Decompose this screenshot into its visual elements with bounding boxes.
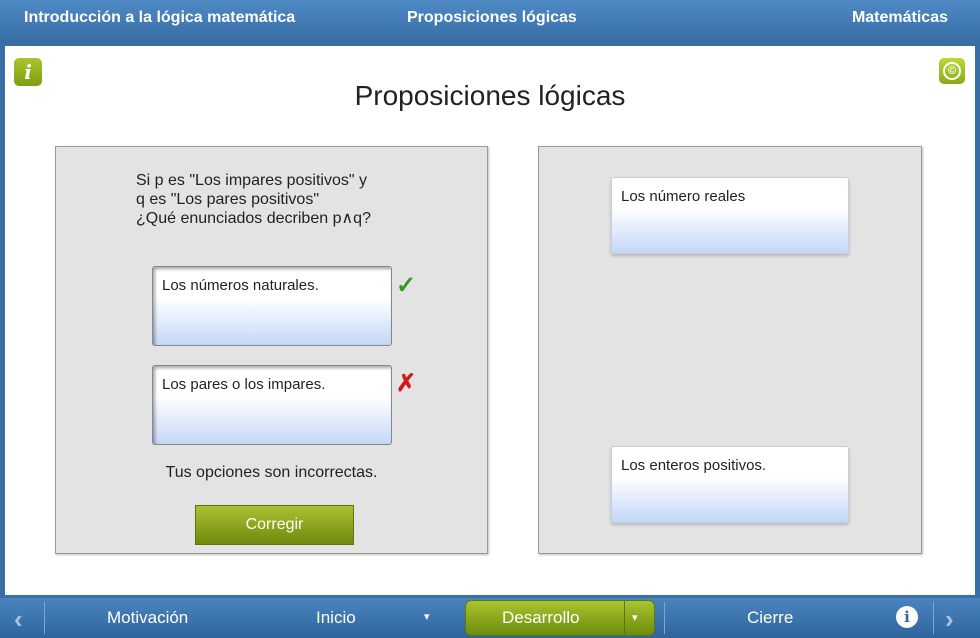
previous-arrow-icon[interactable]: ‹ xyxy=(14,604,23,635)
info-icon[interactable]: i xyxy=(896,606,918,628)
option-label: Los número reales xyxy=(621,188,746,205)
answer-label: Los números naturales. xyxy=(162,277,319,294)
question-line-1: Si p es "Los impares positivos" y xyxy=(136,172,368,189)
nav-inicio[interactable]: Inicio xyxy=(316,608,356,628)
question-panel: Si p es "Los impares positivos" y q es "… xyxy=(55,146,488,554)
corregir-button[interactable]: Corregir xyxy=(195,505,354,545)
answer-drop-slot-1[interactable]: Los números naturales. xyxy=(152,266,392,346)
page-title: Proposiciones lógicas xyxy=(354,80,626,111)
question-line-3: ¿Qué enunciados decriben p∧q? xyxy=(136,210,371,227)
draggable-option-2[interactable]: Los enteros positivos. xyxy=(611,446,849,523)
answer-drop-slot-2[interactable]: Los pares o los impares. xyxy=(152,365,392,445)
nav-desarrollo-label: Desarrollo xyxy=(502,608,580,627)
correct-check-icon: ✓ xyxy=(396,272,417,299)
options-panel: Los número reales Los enteros positivos. xyxy=(538,146,922,554)
chevron-down-icon[interactable]: ▾ xyxy=(424,610,430,623)
nav-cierre[interactable]: Cierre xyxy=(747,608,793,628)
nav-motivacion[interactable]: Motivación xyxy=(107,608,188,628)
answer-label: Los pares o los impares. xyxy=(162,376,326,393)
lesson-title: Proposiciones lógicas xyxy=(407,9,577,26)
draggable-option-1[interactable]: Los número reales xyxy=(611,177,849,254)
nav-divider xyxy=(933,602,934,634)
chevron-down-icon[interactable]: ▾ xyxy=(632,611,638,624)
question-text: Si p es "Los impares positivos" y q es "… xyxy=(136,171,436,228)
copyright-symbol: © xyxy=(943,62,961,80)
next-arrow-icon[interactable]: › xyxy=(945,604,954,635)
course-title: Introducción a la lógica matemática xyxy=(24,9,296,26)
nav-divider xyxy=(664,602,665,634)
nav-desarrollo-active[interactable]: Desarrollo ▾ xyxy=(465,600,655,636)
option-label: Los enteros positivos. xyxy=(621,457,767,474)
question-line-2: q es "Los pares positivos" xyxy=(136,191,320,208)
top-header-bar: Introducción a la lógica matemática Prop… xyxy=(0,0,980,38)
activity-stage: i © Proposiciones lógicas Si p es "Los i… xyxy=(5,46,975,595)
subject-title: Matemáticas xyxy=(851,9,948,26)
bottom-navigation-bar: ‹ Motivación Inicio ▾ Desarrollo ▾ Cierr… xyxy=(0,598,980,638)
nav-divider xyxy=(624,601,625,635)
feedback-message: Tus opciones son incorrectas. xyxy=(165,464,378,481)
incorrect-x-icon: ✗ xyxy=(396,370,417,397)
nav-divider xyxy=(44,602,45,634)
